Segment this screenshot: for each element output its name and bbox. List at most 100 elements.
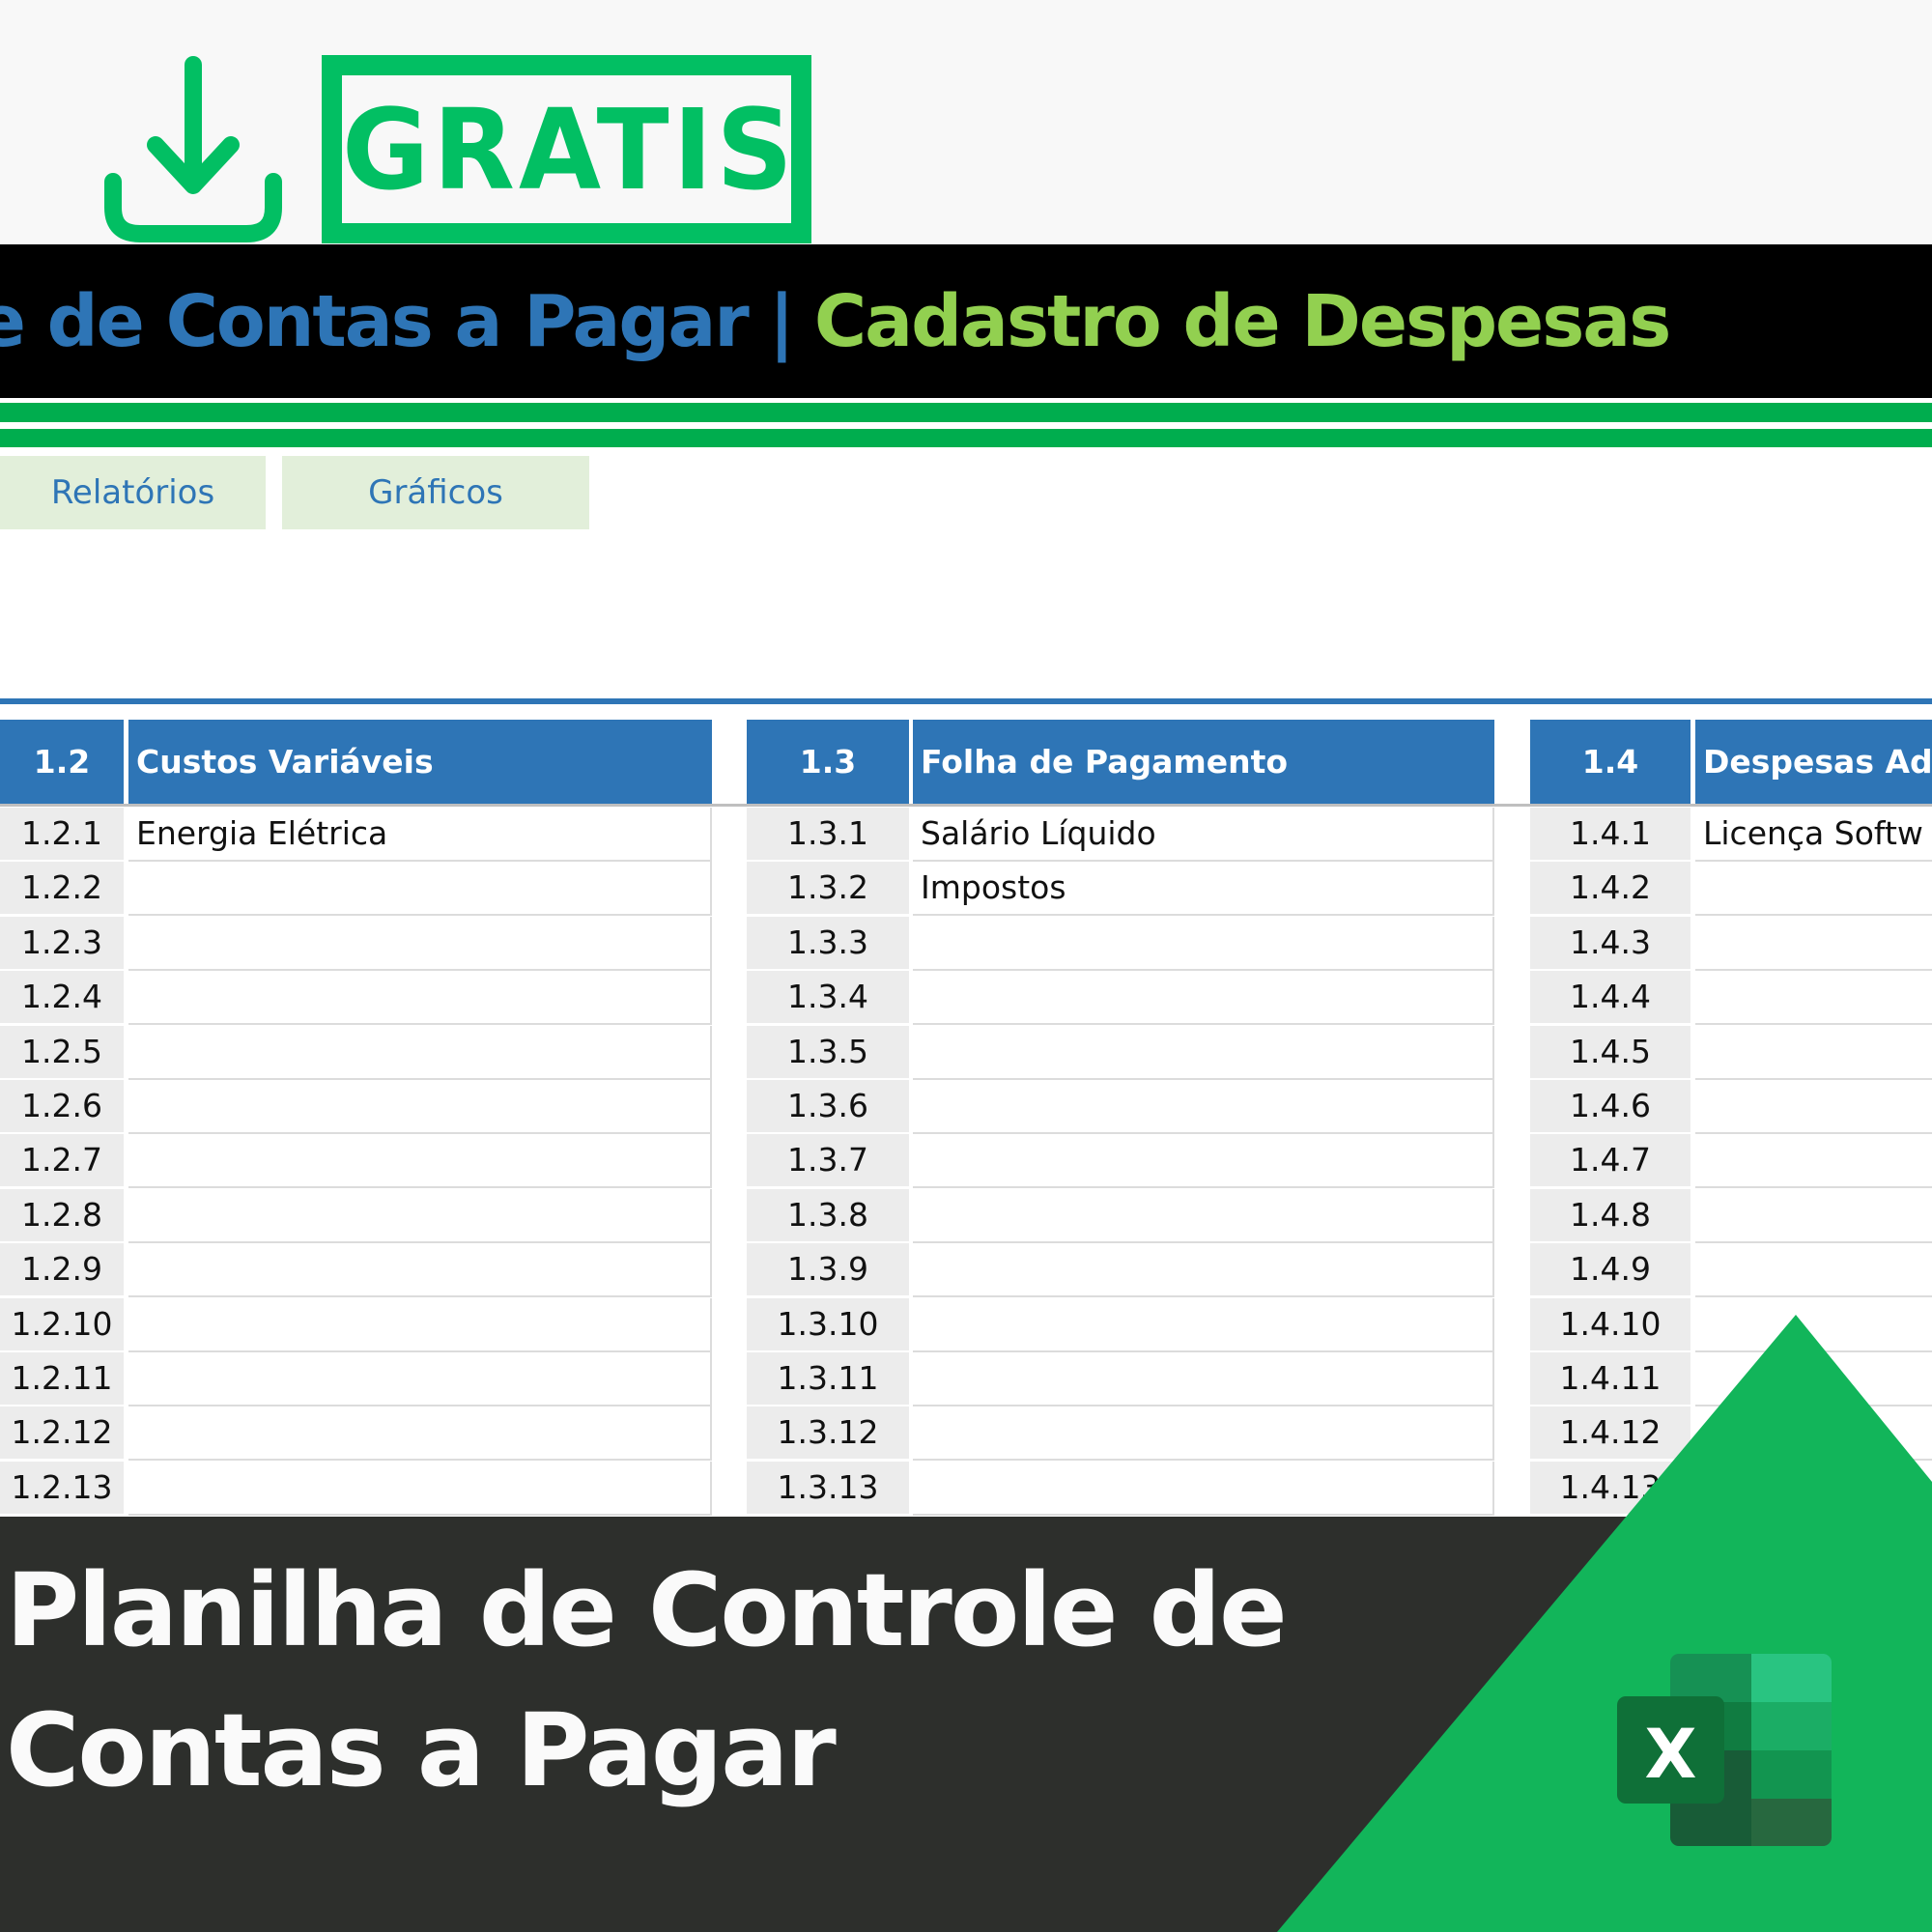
expense-code-cell[interactable]: 1.4.6 <box>1530 1080 1690 1132</box>
expense-code-cell[interactable]: 1.4.12 <box>1530 1406 1690 1460</box>
expense-name-cell[interactable] <box>913 1080 1494 1134</box>
gratis-badge[interactable]: GRATIS <box>322 55 811 243</box>
expense-name-cell[interactable] <box>1695 1297 1932 1352</box>
expense-name-cell[interactable] <box>913 1188 1494 1243</box>
expense-name-cell[interactable] <box>913 1243 1494 1298</box>
expense-code-cell[interactable]: 1.4.8 <box>1530 1188 1690 1241</box>
expense-name-cell[interactable] <box>128 971 712 1026</box>
expense-code-cell[interactable]: 1.2.2 <box>0 862 124 915</box>
expense-name-cell[interactable] <box>913 1297 1494 1352</box>
category-name-header: Folha de Pagamento <box>913 720 1494 804</box>
expense-name-cell[interactable]: Licença Softw <box>1695 808 1932 862</box>
expense-name-cell[interactable] <box>128 862 712 917</box>
expense-name-cell[interactable] <box>128 1188 712 1243</box>
expense-code-cell[interactable]: 1.2.4 <box>0 971 124 1024</box>
category-name-header: Custos Variáveis <box>128 720 712 804</box>
expense-code-cell[interactable]: 1.4.10 <box>1530 1297 1690 1350</box>
expense-code-cell[interactable]: 1.4.9 <box>1530 1243 1690 1296</box>
expense-name-cell[interactable] <box>128 1243 712 1298</box>
expense-code-cell[interactable]: 1.3.1 <box>747 808 909 860</box>
expense-code-cell[interactable]: 1.4.7 <box>1530 1134 1690 1187</box>
expense-name-cell[interactable] <box>913 1406 1494 1462</box>
expense-name-cell[interactable] <box>128 1297 712 1352</box>
expense-code-cell[interactable]: 1.3.6 <box>747 1080 909 1132</box>
expense-code-cell[interactable]: 1.4.4 <box>1530 971 1690 1024</box>
category-code-header: 1.4 <box>1530 720 1690 804</box>
expense-code-cell[interactable]: 1.2.9 <box>0 1243 124 1296</box>
expense-name-cell[interactable]: Energia Elétrica <box>128 808 712 862</box>
expense-code-cell[interactable]: 1.3.10 <box>747 1297 909 1350</box>
category-code-header: 1.3 <box>747 720 909 804</box>
expense-name-cell[interactable] <box>128 1080 712 1134</box>
expense-name-cell[interactable] <box>913 1134 1494 1189</box>
title-main: role de Contas a Pagar <box>0 280 750 363</box>
expense-name-cell[interactable] <box>1695 916 1932 971</box>
expense-code-cell[interactable]: 1.4.2 <box>1530 862 1690 915</box>
expense-name-cell[interactable] <box>913 1025 1494 1080</box>
title-sub: Cadastro de Despesas <box>813 280 1671 363</box>
expense-code-cell[interactable]: 1.4.11 <box>1530 1352 1690 1405</box>
tab-graficos[interactable]: Gráficos <box>282 456 589 529</box>
expense-name-cell[interactable] <box>128 1025 712 1080</box>
spreadsheet-title: role de Contas a Pagar|Cadastro de Despe… <box>0 273 1671 370</box>
banner-title-line2: Contas a Pagar <box>6 1691 837 1809</box>
expense-code-cell[interactable]: 1.2.13 <box>0 1461 124 1514</box>
expense-code-cell[interactable]: 1.2.1 <box>0 808 124 860</box>
expense-name-cell[interactable] <box>913 971 1494 1026</box>
expense-code-cell[interactable]: 1.4.1 <box>1530 808 1690 860</box>
download-icon[interactable] <box>97 48 290 246</box>
expense-name-cell[interactable] <box>1695 1352 1932 1406</box>
expense-name-cell[interactable] <box>128 1461 712 1516</box>
expense-name-cell[interactable] <box>1695 862 1932 917</box>
expense-code-cell[interactable]: 1.4.3 <box>1530 916 1690 969</box>
section-divider <box>0 698 1932 704</box>
expense-code-cell[interactable]: 1.3.2 <box>747 862 909 915</box>
green-stripe <box>0 403 1932 422</box>
expense-code-cell[interactable]: 1.3.12 <box>747 1406 909 1460</box>
expense-code-cell[interactable]: 1.2.12 <box>0 1406 124 1460</box>
category-name-header: Despesas Adm <box>1695 720 1932 804</box>
expense-code-cell[interactable]: 1.3.7 <box>747 1134 909 1187</box>
expense-name-cell[interactable] <box>1695 1188 1932 1243</box>
expense-name-cell[interactable] <box>128 1352 712 1406</box>
expense-code-cell[interactable]: 1.2.7 <box>0 1134 124 1187</box>
expense-name-cell[interactable] <box>1695 1406 1932 1462</box>
spreadsheet-title-bar: role de Contas a Pagar|Cadastro de Despe… <box>0 244 1932 398</box>
expense-name-cell[interactable] <box>128 1134 712 1189</box>
expense-name-cell[interactable] <box>1695 1134 1932 1189</box>
expense-code-cell[interactable]: 1.2.10 <box>0 1297 124 1350</box>
expense-code-cell[interactable]: 1.3.13 <box>747 1461 909 1514</box>
title-separator: | <box>768 280 795 363</box>
expense-name-cell[interactable] <box>1695 1080 1932 1134</box>
expense-name-cell[interactable] <box>1695 1243 1932 1298</box>
expense-code-cell[interactable]: 1.4.13 <box>1530 1461 1690 1514</box>
expense-name-cell[interactable] <box>128 1406 712 1462</box>
excel-logo-letter: X <box>1645 1715 1697 1794</box>
expense-code-cell[interactable]: 1.2.8 <box>0 1188 124 1241</box>
expense-name-cell[interactable] <box>1695 1025 1932 1080</box>
banner-title-line1: Planilha de Controle de <box>6 1551 1288 1669</box>
expense-code-cell[interactable]: 1.2.5 <box>0 1025 124 1078</box>
expense-code-cell[interactable]: 1.2.11 <box>0 1352 124 1405</box>
expense-name-cell[interactable] <box>1695 971 1932 1026</box>
expense-code-cell[interactable]: 1.3.5 <box>747 1025 909 1078</box>
expense-code-cell[interactable]: 1.3.11 <box>747 1352 909 1405</box>
header-divider <box>0 804 1932 807</box>
tab-relatorios[interactable]: Relatórios <box>0 456 266 529</box>
expense-name-cell[interactable]: Impostos <box>913 862 1494 917</box>
expense-code-cell[interactable]: 1.3.8 <box>747 1188 909 1241</box>
expense-code-cell[interactable]: 1.3.9 <box>747 1243 909 1296</box>
expense-code-cell[interactable]: 1.2.3 <box>0 916 124 969</box>
green-stripe <box>0 429 1932 447</box>
expense-code-cell[interactable]: 1.2.6 <box>0 1080 124 1132</box>
expense-name-cell[interactable] <box>128 916 712 971</box>
expense-name-cell[interactable]: Salário Líquido <box>913 808 1494 862</box>
expense-code-cell[interactable]: 1.3.4 <box>747 971 909 1024</box>
expense-name-cell[interactable] <box>913 1352 1494 1406</box>
expense-name-cell[interactable] <box>913 916 1494 971</box>
expense-code-cell[interactable]: 1.4.5 <box>1530 1025 1690 1078</box>
expense-code-cell[interactable]: 1.3.3 <box>747 916 909 969</box>
expense-name-cell[interactable] <box>1695 1461 1932 1516</box>
expense-name-cell[interactable] <box>913 1461 1494 1516</box>
category-code-header: 1.2 <box>0 720 124 804</box>
